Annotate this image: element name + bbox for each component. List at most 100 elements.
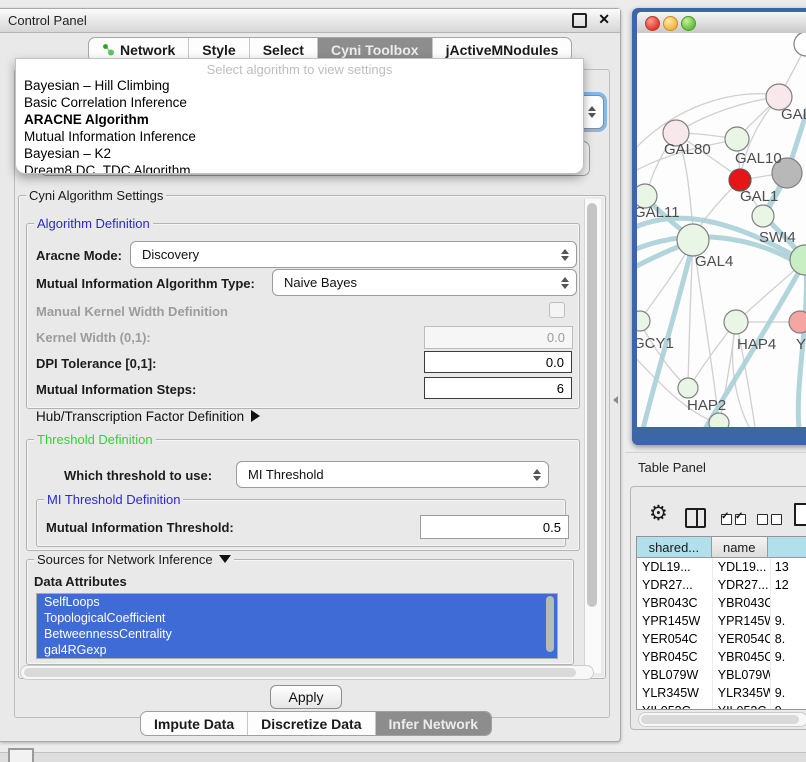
document-icon[interactable] [794,503,806,526]
tab-infer-network[interactable]: Infer Network [376,712,491,735]
manual-kernel-checkbox[interactable] [549,302,565,318]
node-label-y: Y [796,336,806,353]
mi-threshold-title: MI Threshold Definition [44,492,183,507]
table-row[interactable]: YDR27...YDR27...12 [637,576,806,594]
zoom-traffic-light-icon[interactable] [681,16,696,31]
node-label-gal: GAL [781,106,806,123]
dpi-tolerance-field[interactable]: 0.0 [424,351,572,373]
column-header-shared[interactable]: shared... [637,537,712,558]
settings-vertical-scrollbar[interactable] [584,199,601,673]
which-threshold-value: MI Threshold [248,467,324,482]
splitpane-handle-icon[interactable] [613,396,618,404]
table-cell: YBR045C [713,648,771,666]
combo-arrows-icon [588,106,596,118]
apply-button[interactable]: Apply [270,685,342,709]
table-cell: YER054C [637,630,713,648]
column-header-name[interactable]: name [712,537,768,558]
control-panel-title: Control Panel [8,13,87,28]
tab-label: Select [263,42,304,58]
attribute-item-topologicalcoefficient[interactable]: TopologicalCoefficient [37,610,557,626]
table-row[interactable]: YBR043CYBR043C [637,594,806,612]
network-node[interactable] [637,311,650,331]
control-panel-titlebar[interactable]: Control Panel ✕ [0,9,620,33]
attribute-item-betweennesscentrality[interactable]: BetweennessCentrality [37,626,557,642]
deselect-all-checkboxes-icon[interactable] [757,512,785,530]
network-node[interactable] [725,127,749,151]
close-icon[interactable]: ✕ [598,11,610,28]
network-node[interactable] [789,311,806,333]
control-panel-window: Control Panel ✕ NetworkStyleSelectCyni T… [0,8,621,742]
kernel-width-field[interactable]: 0.0 [424,326,573,349]
table-cell: YDR27... [637,576,713,594]
kernel-width-label: Kernel Width (0,1): [36,330,151,345]
table-row[interactable]: YDL19...YDL19...13 [637,558,806,576]
network-node[interactable] [709,413,729,427]
tab-impute-data[interactable]: Impute Data [141,712,248,735]
bottom-tabbar: Impute DataDiscretize DataInfer Network [140,711,492,736]
mi-type-label: Mutual Information Algorithm Type: [36,276,255,291]
settings-horizontal-scrollbar[interactable] [20,665,594,680]
node-label-gal4: GAL4 [695,253,733,270]
gear-icon[interactable]: ⚙ [649,504,668,524]
minimized-panel-icon[interactable] [8,748,34,762]
table-hscrollbar-thumb[interactable] [641,715,799,724]
attribute-item-selfloops[interactable]: SelfLoops [37,594,557,610]
dropdown-item-basic-correlation-inference[interactable]: Basic Correlation Inference [16,94,583,111]
network-node[interactable] [790,245,806,275]
network-node[interactable] [677,224,709,256]
settings-hscrollbar-thumb[interactable] [24,668,576,677]
mi-steps-field[interactable]: 6 [424,377,572,399]
float-window-icon[interactable] [572,13,587,28]
sources-title-row[interactable]: Sources for Network Inference [34,552,234,567]
data-attributes-list: SelfLoopsTopologicalCoefficientBetweenne… [36,593,558,659]
attribute-item-gal4rgexp[interactable]: gal4RGexp [37,642,557,658]
node-table[interactable]: shared...name YDL19...YDL19...13YDR27...… [636,536,806,710]
columns-icon[interactable] [685,508,706,528]
select-all-checkboxes-icon[interactable] [721,512,749,530]
dropdown-item-mutual-information-inference[interactable]: Mutual Information Inference [16,128,583,145]
table-row[interactable]: YPR145WYPR145W9. [637,612,806,630]
table-header-row: shared...name [637,537,806,558]
dropdown-item-bayesian-hill-climbing[interactable]: Bayesian – Hill Climbing [16,77,583,94]
mi-threshold-field[interactable]: 0.5 [420,515,569,539]
table-row[interactable]: YIL052CYIL052C9 [637,702,806,710]
node-label-gal10: GAL10 [735,150,782,167]
dropdown-item-dream8-dc-tdc-algorithm[interactable]: Dream8 DC_TDC Algorithm [16,162,583,174]
mi-type-combo[interactable]: Naive Bayes [272,269,577,296]
tab-label: jActiveMNodules [446,42,559,58]
table-cell: 9. [771,648,806,666]
threshold-definition-title: Threshold Definition [34,432,156,447]
which-threshold-combo[interactable]: MI Threshold [236,461,549,488]
mi-type-value: Naive Bayes [284,275,357,290]
network-node[interactable] [724,310,748,334]
hub-definition-toggle[interactable]: Hub/Transcription Factor Definition [36,409,260,424]
minimize-traffic-light-icon[interactable] [663,16,678,31]
dropdown-item-aracne-algorithm[interactable]: ARACNE Algorithm [16,111,583,128]
table-row[interactable]: YBR045CYBR045C9. [637,648,806,666]
close-traffic-light-icon[interactable] [645,16,660,31]
table-horizontal-scrollbar[interactable] [638,712,806,727]
manual-kernel-label: Manual Kernel Width Definition [36,304,228,319]
dropdown-items: Bayesian – Hill ClimbingBasic Correlatio… [16,77,583,174]
network-node[interactable] [678,378,698,398]
table-row[interactable]: YBL079WYBL079W [637,666,806,684]
dpi-tolerance-label: DPI Tolerance [0,1]: [36,356,156,371]
settings-scrollbar-thumb[interactable] [587,203,597,607]
dropdown-item-bayesian-k2[interactable]: Bayesian – K2 [16,145,583,162]
node-label-hap2: HAP2 [687,397,726,414]
aracne-mode-label: Aracne Mode: [36,248,122,263]
network-window-titlebar[interactable] [637,12,806,34]
table-row[interactable]: YER054CYER054C8. [637,630,806,648]
table-cell: 9. [771,684,806,702]
network-canvas[interactable]: GALGAL80GAL10GAL1GAL11SWI4GAL4GCY1HAP4YH… [637,33,806,427]
network-node[interactable] [794,33,806,56]
network-node[interactable] [752,205,774,227]
table-row[interactable]: YLR345WYLR345W9. [637,684,806,702]
column-header-col3[interactable] [768,537,806,558]
list-scrollbar-thumb[interactable] [546,596,554,652]
table-cell: 12 [771,576,806,594]
sources-title: Sources for Network Inference [37,552,213,567]
table-cell: YBL079W [637,666,713,684]
aracne-mode-combo[interactable]: Discovery [130,241,577,268]
tab-discretize-data[interactable]: Discretize Data [248,712,375,735]
